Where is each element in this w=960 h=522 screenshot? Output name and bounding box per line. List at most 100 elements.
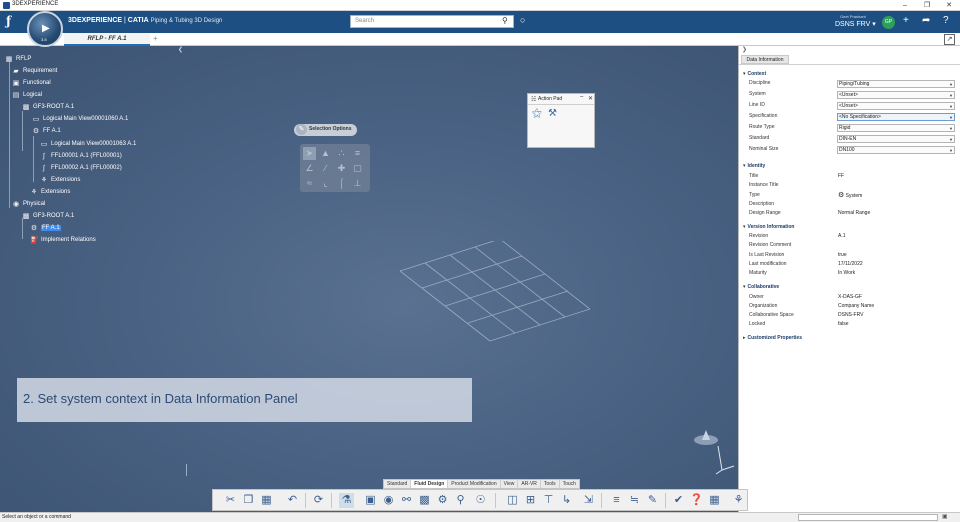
cut-icon[interactable]: ✂ <box>223 493 238 508</box>
update-icon[interactable]: ⟳ <box>311 493 326 508</box>
tree-node-requirement[interactable]: ▰ Requirement <box>12 66 57 76</box>
paste-icon[interactable]: ▦ <box>259 493 274 508</box>
validate-icon[interactable]: ✔ <box>671 493 686 508</box>
tab-rflp-ff[interactable]: RFLP - FF A.1 <box>64 33 150 46</box>
select-chain-icon[interactable]: ≈ <box>303 177 316 190</box>
equipment-icon[interactable]: ▣ <box>363 493 378 508</box>
robot-gizmo-icon[interactable] <box>688 426 738 476</box>
section-identity[interactable]: ▾ Identity <box>743 163 765 169</box>
system-select[interactable]: <Unset> ▼ <box>837 91 955 99</box>
tag-icon[interactable]: ○ <box>520 15 525 25</box>
select-lasso-icon[interactable]: ∴ <box>335 147 348 160</box>
valve-icon[interactable]: ⚙ <box>435 493 450 508</box>
tab-ar-vr[interactable]: AR-VR <box>518 480 541 488</box>
compass-widget[interactable]: ▶ 3.8 <box>27 11 63 47</box>
status-panel-icon[interactable]: ▣ <box>942 513 948 520</box>
nominal-size-select[interactable]: DN100 ▼ <box>837 146 955 154</box>
section-customized-properties[interactable]: ▸ Customized Properties <box>743 335 802 341</box>
avatar[interactable]: GP <box>882 16 895 29</box>
draw-icon[interactable]: ✎ <box>645 493 660 508</box>
tree-node-ffl00001[interactable]: ∫ FFL00001 A.1 (FFL00001) <box>40 151 122 161</box>
nozzle-icon[interactable]: ◉ <box>381 493 396 508</box>
specification-select[interactable]: <No Specification> ▼ <box>837 113 955 121</box>
section-version-information[interactable]: ▾ Version Information <box>743 224 794 230</box>
tree-node-functional[interactable]: ▣ Functional <box>12 78 51 88</box>
tree-node-ff-physical[interactable]: ⚙ FF A.1 <box>30 223 61 233</box>
fullscreen-icon[interactable]: ↗ <box>944 34 955 45</box>
share-icon[interactable]: ➦ <box>922 15 930 26</box>
collapse-panel-icon[interactable]: ❯ <box>742 46 747 53</box>
tree-node-rflp[interactable]: ▦ RFLP <box>5 54 32 64</box>
settings-icon[interactable]: ⚘ <box>731 493 746 508</box>
tree-node-gf3-root-physical[interactable]: ▩ GF3-ROOT A.1 <box>22 211 75 221</box>
minimize-icon[interactable]: – <box>894 0 916 11</box>
command-input[interactable] <box>798 514 938 521</box>
select-polygon-icon[interactable]: ∠ <box>303 162 316 175</box>
tab-tools[interactable]: Tools <box>541 480 560 488</box>
tree-node-extensions-ff[interactable]: ⚘ Extensions <box>40 175 81 185</box>
maximize-icon[interactable]: ❐ <box>916 0 938 11</box>
align-icon[interactable]: ≡ <box>609 493 624 508</box>
select-box-icon[interactable]: ∕ <box>319 162 332 175</box>
spool-icon[interactable]: ▩ <box>417 493 432 508</box>
flange-icon[interactable]: ☉ <box>473 493 488 508</box>
pipe-icon[interactable]: ⚯ <box>399 493 414 508</box>
collab-space-selector[interactable]: DSNS FRV ▾ <box>835 20 876 28</box>
offset-icon[interactable]: ≒ <box>627 493 642 508</box>
search-input[interactable]: Search <box>350 15 514 28</box>
tab-product-modification[interactable]: Product Modification <box>448 480 501 488</box>
tree-node-implement-relations[interactable]: ⛽ Implement Relations <box>30 235 96 245</box>
slope-icon[interactable]: ⇲ <box>581 493 596 508</box>
select-arrow-icon[interactable]: ➤ <box>303 147 316 160</box>
collapse-tree-icon[interactable]: ❮ <box>178 46 183 53</box>
undo-icon[interactable]: ↶ <box>285 493 300 508</box>
copy-icon[interactable]: ❐ <box>241 493 256 508</box>
branch-icon[interactable]: ⊤ <box>541 493 556 508</box>
standard-select[interactable]: DIN-EN ▼ <box>837 135 955 143</box>
tab-view[interactable]: View <box>501 480 519 488</box>
tab-fluid-design[interactable]: Fluid Design <box>411 480 449 488</box>
bend-icon[interactable]: ↳ <box>559 493 574 508</box>
tree-node-logical-view-2[interactable]: ▭ Logical Main View00001063 A.1 <box>40 139 137 149</box>
section-collaborative[interactable]: ▾ Collaborative <box>743 284 779 290</box>
check-icon[interactable]: ❓ <box>689 493 704 508</box>
select-paint-icon[interactable]: ≡ <box>351 147 364 160</box>
tree-node-ffl00002[interactable]: ∫ FFL00002 A.1 (FFL00002) <box>40 163 122 173</box>
line-id-select[interactable]: <Unset> ▼ <box>837 102 955 110</box>
tree-node-logical-view-1[interactable]: ▭ Logical Main View00001060 A.1 <box>32 114 129 124</box>
tree-node-gf3-root-logical[interactable]: ▩ GF3-ROOT A.1 <box>22 102 75 112</box>
tab-data-information[interactable]: Data Information <box>741 55 789 64</box>
support-icon[interactable]: ⚲ <box>453 493 468 508</box>
selection-options-icon[interactable]: ✎ <box>296 124 307 135</box>
tree-node-physical[interactable]: ◉ Physical <box>12 199 45 209</box>
place-part-icon[interactable]: ⚒ <box>548 108 557 119</box>
tree-node-logical[interactable]: ▤ Logical <box>12 90 42 100</box>
help-icon[interactable]: ? <box>943 15 949 26</box>
add-icon[interactable]: + <box>903 15 909 26</box>
connect-icon[interactable]: ⊞ <box>523 493 538 508</box>
tab-touch[interactable]: Touch <box>560 480 579 488</box>
tab-standard[interactable]: Standard <box>384 480 412 488</box>
select-outside-icon[interactable]: ▢ <box>351 162 364 175</box>
select-trap-icon[interactable]: ▲ <box>319 147 332 160</box>
discipline-select[interactable]: Piping/Tubing ▼ <box>837 80 955 88</box>
resize-handle[interactable] <box>186 464 187 476</box>
section-context[interactable]: ▾ Context <box>743 71 766 77</box>
select-intersect-icon[interactable]: ✚ <box>335 162 348 175</box>
tree-node-ff-logical[interactable]: ⚙ FF A.1 <box>32 126 61 136</box>
select-down-icon[interactable]: ⊥ <box>351 177 364 190</box>
add-tab-button[interactable]: + <box>153 34 158 43</box>
close-icon[interactable]: ✕ <box>588 95 593 102</box>
select-filter-icon[interactable]: ⌞ <box>319 177 332 190</box>
search-icon[interactable]: ⚲ <box>502 16 508 25</box>
select-scope-icon[interactable]: ⌠ <box>335 177 348 190</box>
3d-viewport[interactable]: ❮ ▦ RFLP ▰ Requirement ▣ Functional ▤ Logica… <box>0 46 738 512</box>
minimize-icon[interactable]: – <box>580 94 583 100</box>
catalog-icon[interactable]: ◫ <box>505 493 520 508</box>
table-icon[interactable]: ▦ <box>707 493 722 508</box>
route-icon[interactable]: ⚗ <box>339 493 354 508</box>
tree-node-extensions-root[interactable]: ⚘ Extensions <box>30 187 71 197</box>
close-window-icon[interactable]: ✕ <box>938 0 960 11</box>
route-tool-icon[interactable]: ⚝ <box>532 108 542 119</box>
route-type-select[interactable]: Rigid ▼ <box>837 124 955 132</box>
